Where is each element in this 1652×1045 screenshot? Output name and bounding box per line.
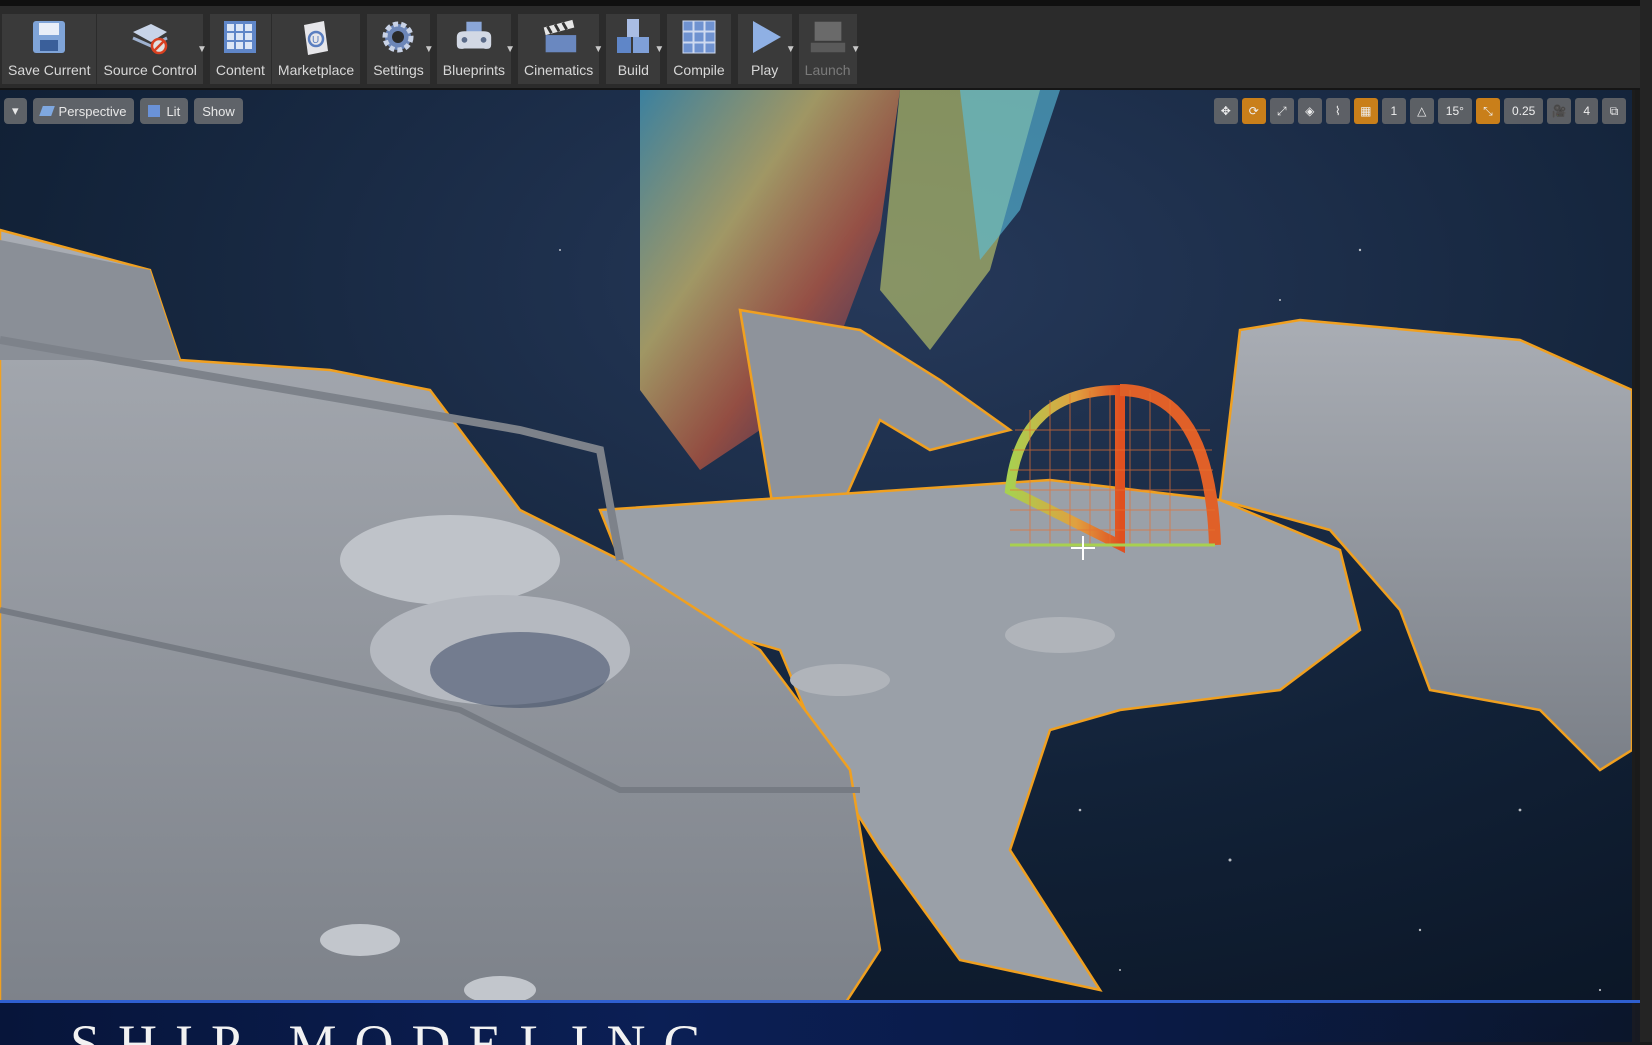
chevron-down-icon[interactable]: ▼ [593,44,603,55]
settings-gear-icon [377,16,419,58]
perspective-view-button[interactable]: Perspective [32,98,135,124]
show-flags-button[interactable]: Show [194,98,243,124]
marketplace-label: Marketplace [277,62,355,78]
camera-speed-icon[interactable]: 🎥 [1547,98,1572,124]
cinematics-label: Cinematics [524,62,594,78]
surface-snap-icon[interactable]: ⌇ [1325,98,1350,124]
chevron-down-icon[interactable]: ▼ [424,44,434,55]
title-banner: SHIP MODELING [0,1000,1640,1045]
scale-snap-value[interactable]: 0.25 [1503,98,1544,124]
content-button[interactable]: Content [209,14,271,84]
scene-render[interactable] [0,90,1632,1042]
build-button[interactable]: Build ▼ [606,14,664,84]
settings-button[interactable]: Settings ▼ [367,14,434,84]
launch-label: Launch [804,62,851,78]
viewport-options-button[interactable]: ▾ [4,98,27,124]
grid-snap-icon[interactable]: ▦ [1353,98,1378,124]
build-label: Build [617,62,649,78]
translate-mode-icon[interactable]: ✥ [1213,98,1238,124]
compile-label: Compile [673,62,725,78]
compile-button[interactable]: Compile [667,14,731,84]
toolbar-buttons: Save Current Source Control ▼ Content U … [2,14,861,90]
viewport-left-toolbar: ▾ Perspective Lit Show [4,98,243,124]
lit-cube-icon [148,105,161,117]
content-grid-icon [219,16,261,58]
show-label: Show [202,103,235,119]
blueprints-button[interactable]: Blueprints ▼ [436,14,515,84]
launch-icon [807,16,849,58]
blueprints-gamepad-icon [453,16,495,58]
source-control-icon [129,16,171,58]
rotate-mode-icon[interactable]: ⟳ [1241,98,1266,124]
chevron-down-icon[interactable]: ▼ [505,44,515,55]
save-icon [28,16,70,58]
launch-button[interactable]: Launch ▼ [798,14,861,84]
maximize-viewport-icon[interactable]: ⧉ [1602,98,1626,124]
chevron-down-icon[interactable]: ▼ [197,44,207,55]
svg-text:U: U [312,35,319,46]
rotation-snap-icon[interactable]: △ [1409,98,1434,124]
chevron-down-icon[interactable]: ▼ [851,44,861,55]
play-button[interactable]: Play ▼ [737,14,796,84]
main-toolbar: Save Current Source Control ▼ Content U … [0,6,1640,90]
marketplace-button[interactable]: U Marketplace [271,14,361,84]
lit-label: Lit [166,103,181,119]
chevron-down-icon: ▾ [12,103,19,118]
scale-snap-icon[interactable]: ⤡ [1475,98,1500,124]
compile-cubes-icon [678,16,720,58]
save-current-label: Save Current [8,62,91,78]
source-control-button[interactable]: Source Control ▼ [97,14,207,84]
camera-speed-value[interactable]: 4 [1575,98,1598,124]
chevron-down-icon[interactable]: ▼ [786,44,796,55]
viewport-right-toolbar: ✥ ⟳ ⤢ ◈ ⌇ ▦ 1 △ 15° ⤡ 0.25 🎥 4 ⧉ [1213,98,1626,124]
play-label: Play [751,62,779,78]
level-viewport[interactable]: ▾ Perspective Lit Show ✥ ⟳ ⤢ ◈ ⌇ ▦ 1 △ 1… [0,90,1635,1042]
save-current-button[interactable]: Save Current [2,14,97,84]
content-label: Content [215,62,265,78]
source-control-label: Source Control [103,62,197,78]
banner-title: SHIP MODELING [70,1014,721,1045]
side-panel-edge [1640,0,1652,1042]
perspective-icon [38,106,55,116]
settings-label: Settings [373,62,424,78]
build-blocks-icon [612,16,654,58]
cinematics-button[interactable]: Cinematics ▼ [518,14,603,84]
rotation-snap-value[interactable]: 15° [1437,98,1472,124]
grid-size-icon[interactable]: 1 [1381,98,1406,124]
chevron-down-icon[interactable]: ▼ [654,44,664,55]
blueprints-label: Blueprints [442,62,506,78]
marketplace-icon: U [295,16,337,58]
clapperboard-icon [538,16,580,58]
scale-mode-icon[interactable]: ⤢ [1269,98,1294,124]
perspective-label: Perspective [58,103,127,119]
coordinate-system-icon[interactable]: ◈ [1297,98,1322,124]
lit-mode-button[interactable]: Lit [140,98,189,124]
play-icon [744,16,786,58]
